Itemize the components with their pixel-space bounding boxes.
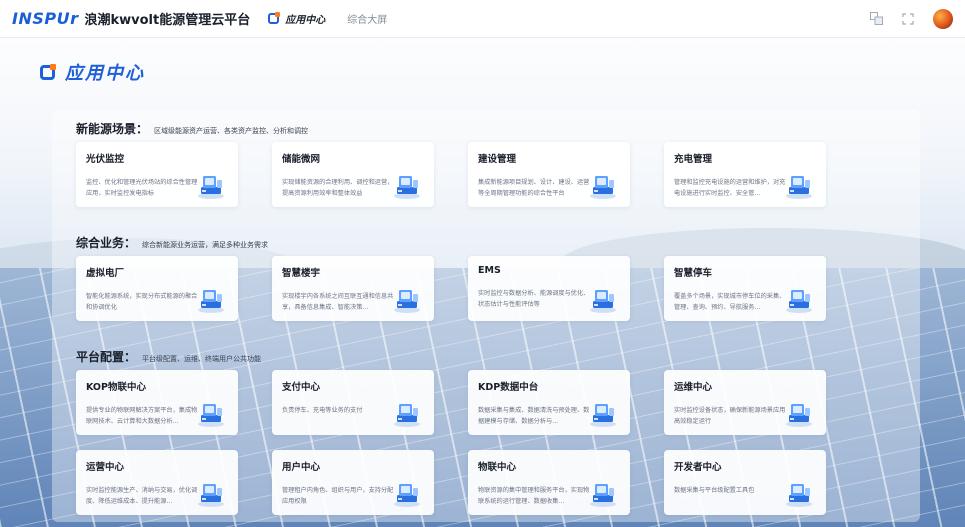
payment-icon	[392, 398, 422, 428]
app-card[interactable]: 充电管理管理和监控充电设施的运营和维护，对充电设施进行实时监控、安全管...	[664, 142, 826, 207]
app-card[interactable]: 运营中心实时监控能源生产、消纳与交易，优化调度、降低运维成本、提升能源...	[76, 450, 238, 515]
section-name: 平台配置：	[76, 350, 137, 364]
app-card[interactable]: EMS 实时监控与数据分析、能源调度与优化、状态估计与性能评估等	[468, 256, 630, 321]
app-card[interactable]: 虚拟电厂智能化能源系统，实现分布式能源的聚合和协调优化	[76, 256, 238, 321]
app-card[interactable]: 建设管理集成新能源项目规划、设计、建设、运营等全周期管理功能的综合性平台	[468, 142, 630, 207]
card-desc: 实时监控与数据分析、能源调度与优化、状态估计与性能评估等	[478, 290, 590, 308]
tab-label: 应用中心	[285, 15, 326, 26]
card-title: 支付中心	[282, 382, 321, 393]
iot-center-icon	[588, 478, 618, 508]
card-title: 开发者中心	[674, 462, 722, 473]
card-title: 运维中心	[674, 382, 713, 393]
avatar[interactable]	[933, 8, 953, 29]
developer-icon	[784, 478, 814, 508]
app-panel: 新能源场景： 区域级能源资产运营、各类资产监控、分析和调控光伏监控监控、优化和管理…	[52, 110, 920, 522]
card-desc: 管理和监控充电设施的运营和维护，对充电设施进行实时监控、安全管...	[674, 179, 786, 197]
main-content: 应用中心 新能源场景： 区域级能源资产运营、各类资产监控、分析和调控光伏监控监控、…	[40, 52, 930, 522]
card-title: 用户中心	[282, 462, 321, 473]
section-title: 综合业务： 综合新能源业务运营，满足多种业务需求	[76, 234, 268, 251]
card-title: 储能微网	[282, 154, 321, 165]
translate-icon[interactable]	[869, 12, 883, 26]
card-title: 智慧停车	[674, 268, 713, 279]
maintenance-icon	[784, 398, 814, 428]
app-card[interactable]: 智慧楼宇实现楼宇内各系统之间互联互通和信息共享，具备信息集成、智能决策...	[272, 256, 434, 321]
ems-icon	[588, 284, 618, 314]
section-name: 综合业务：	[76, 236, 137, 250]
app-card[interactable]: 光伏监控监控、优化和管理光伏场站的综合性管理应用，实时监控发电指标	[76, 142, 238, 207]
app-center-icon	[40, 63, 56, 80]
top-right-tools	[869, 8, 953, 29]
virtual-plant-icon	[196, 284, 226, 314]
section-name: 新能源场景：	[76, 122, 149, 136]
app-card[interactable]: 储能微网实现储能资源的合理利用、调控和运营，提高资源利用效率和整体效益	[272, 142, 434, 207]
construction-icon	[588, 170, 618, 200]
card-desc: 管理租户内角色、组织与用户，支持分配应用权限	[282, 487, 394, 505]
operation-icon	[196, 478, 226, 508]
battery-grid-icon	[392, 170, 422, 200]
card-desc: 集成新能源项目规划、设计、建设、运营等全周期管理功能的综合性平台	[478, 179, 590, 197]
tab-label: 综合大屏	[347, 15, 388, 26]
platform-title: 浪潮kwvolt能源管理云平台	[84, 13, 251, 28]
page-title: 应用中心	[40, 52, 930, 92]
app-center-icon	[268, 12, 281, 24]
page-title-text: 应用中心	[65, 63, 145, 84]
card-desc: 数据采集与平台级配置工具包	[674, 487, 755, 494]
section-title: 平台配置： 平台级配置、运维、终端用户公共功能	[76, 348, 261, 365]
section-desc: 区域级能源资产运营、各类资产监控、分析和调控	[154, 127, 309, 135]
app-card[interactable]: 支付中心负责停车、充电等业务的支付	[272, 370, 434, 435]
section-title: 新能源场景： 区域级能源资产运营、各类资产监控、分析和调控	[76, 120, 308, 137]
card-desc: 智能化能源系统，实现分布式能源的聚合和协调优化	[86, 293, 198, 311]
card-title: 光伏监控	[86, 154, 125, 165]
card-title: 智慧楼宇	[282, 268, 321, 279]
parking-icon	[784, 284, 814, 314]
app-card[interactable]: KDP数据中台数据采集与集成、数据清洗与预处理、数据建模与存储、数据分析与...	[468, 370, 630, 435]
section-desc: 平台级配置、运维、终端用户公共功能	[142, 355, 262, 363]
iot-hub-icon	[196, 398, 226, 428]
data-platform-icon	[588, 398, 618, 428]
tab-dashboard[interactable]: 综合大屏	[347, 0, 387, 38]
section-desc: 综合新能源业务运营，满足多种业务需求	[142, 241, 269, 249]
card-desc: 提供专业的物联网解决方案平台，集成物联网技术、云计算和大数据分析...	[86, 407, 198, 425]
app-card[interactable]: 用户中心管理租户内角色、组织与用户，支持分配应用权限	[272, 450, 434, 515]
card-desc: 数据采集与集成、数据清洗与预处理、数据建模与存储、数据分析与...	[478, 407, 590, 425]
app-card[interactable]: KOP物联中心提供专业的物联网解决方案平台，集成物联网技术、云计算和大数据分析.…	[76, 370, 238, 435]
charging-icon	[784, 170, 814, 200]
app-card[interactable]: 智慧停车覆盖多个场景，实现城市停车位的采集、管理、查询、预约、导航服务...	[664, 256, 826, 321]
card-desc: 监控、优化和管理光伏场站的综合性管理应用，实时监控发电指标	[86, 179, 198, 197]
solar-monitor-icon	[196, 170, 226, 200]
user-center-icon	[392, 478, 422, 508]
card-title: 运营中心	[86, 462, 125, 473]
card-title: 虚拟电厂	[86, 268, 125, 279]
top-bar: INSPUr 浪潮kwvolt能源管理云平台 应用中心 综合大屏	[0, 0, 965, 38]
card-desc: 实时监控能源生产、消纳与交易，优化调度、降低运维成本、提升能源...	[86, 487, 198, 505]
card-title: EMS	[478, 265, 501, 276]
card-desc: 覆盖多个场景，实现城市停车位的采集、管理、查询、预约、导航服务...	[674, 293, 786, 311]
card-title: 建设管理	[478, 154, 517, 165]
card-title: KOP物联中心	[86, 382, 146, 393]
app-card[interactable]: 运维中心实时监控设备状态，确保新能源场景应用高效稳定运行	[664, 370, 826, 435]
fullscreen-icon[interactable]	[901, 12, 915, 26]
app-card[interactable]: 物联中心物联资源的集中管理和服务平台，实现物联系统的运行管理、数据收集...	[468, 450, 630, 515]
app-card[interactable]: 开发者中心数据采集与平台级配置工具包	[664, 450, 826, 515]
card-desc: 实现储能资源的合理利用、调控和运营，提高资源利用效率和整体效益	[282, 179, 394, 197]
card-desc: 实时监控设备状态，确保新能源场景应用高效稳定运行	[674, 407, 786, 425]
card-title: 物联中心	[478, 462, 517, 473]
card-desc: 负责停车、充电等业务的支付	[282, 407, 363, 414]
card-title: KDP数据中台	[478, 382, 539, 393]
card-desc: 实现楼宇内各系统之间互联互通和信息共享，具备信息集成、智能决策...	[282, 293, 394, 311]
card-title: 充电管理	[674, 154, 713, 165]
smart-building-icon	[392, 284, 422, 314]
tab-app-center[interactable]: 应用中心	[268, 0, 325, 38]
brand-logo[interactable]: INSPUr	[12, 9, 78, 28]
card-desc: 物联资源的集中管理和服务平台，实现物联系统的运行管理、数据收集...	[478, 487, 590, 505]
